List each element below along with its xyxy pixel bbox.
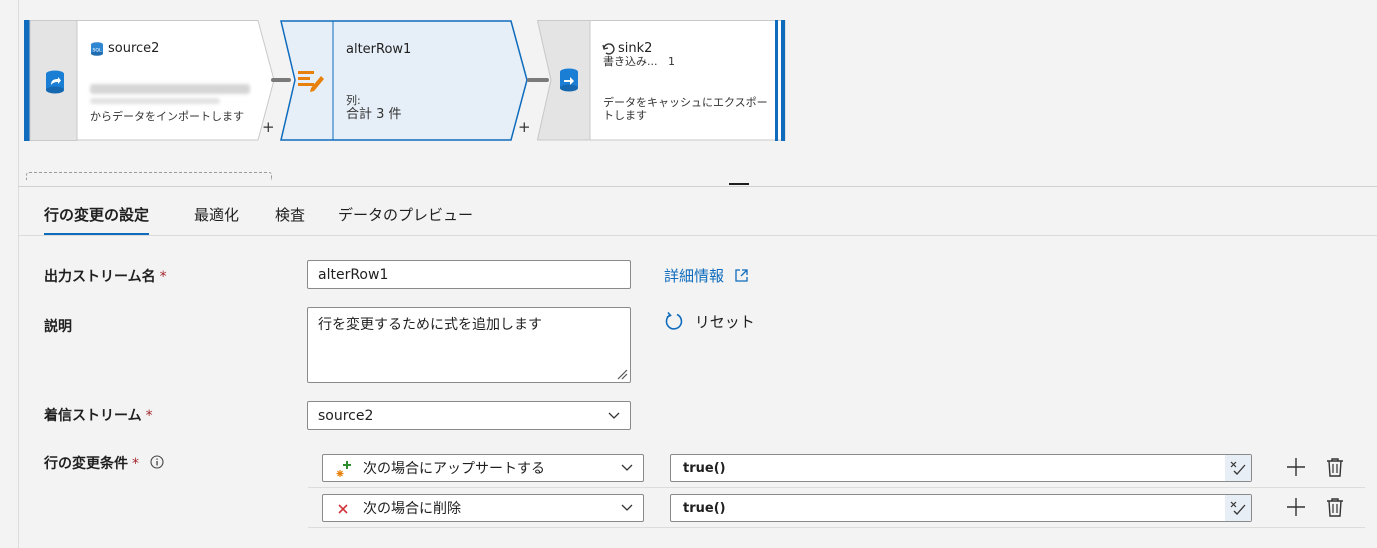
delete-x-icon	[338, 504, 348, 514]
tab-inspect[interactable]: 検査	[275, 204, 305, 233]
reset-text: リセット	[694, 313, 755, 331]
incoming-stream-label: 着信ストリーム *	[44, 405, 153, 425]
output-stream-name-label: 出力ストリーム名 *	[44, 266, 167, 286]
expression-builder-button[interactable]	[1225, 455, 1251, 481]
expression-builder-button[interactable]	[1225, 495, 1251, 521]
alter-cols-value: 合計 3 件	[346, 107, 402, 122]
source-node-title: source2	[108, 41, 160, 56]
dataflow-canvas[interactable]: SQL source2 からデータをインポートします + alterRow1 列…	[0, 0, 1377, 186]
chevron-down-icon	[608, 412, 620, 419]
output-stream-name-input[interactable]: alterRow1	[307, 260, 631, 289]
resize-grip-icon[interactable]	[616, 368, 628, 380]
panel-divider	[18, 186, 1377, 187]
expression-builder-icon	[1230, 501, 1246, 515]
tab-optimize[interactable]: 最適化	[194, 204, 239, 233]
condition-action-select[interactable]: 次の場合に削除	[322, 494, 644, 522]
condition-action-value: 次の場合にアップサートする	[363, 461, 545, 477]
sink-node-description: データをキャッシュにエクスポートします	[603, 96, 768, 122]
sink-write-count: 1	[668, 55, 675, 68]
description-textarea[interactable]: 行を変更するために式を追加します	[307, 307, 631, 383]
condition-expression-input[interactable]: true()	[670, 494, 1252, 522]
chevron-down-icon	[621, 464, 633, 471]
condition-action-value: 次の場合に削除	[363, 501, 461, 517]
add-condition-icon[interactable]	[1286, 457, 1306, 477]
learn-more-link[interactable]: 詳細情報	[664, 265, 749, 286]
database-sink-icon	[560, 68, 578, 92]
description-label: 説明	[44, 319, 72, 335]
incoming-stream-value: source2	[318, 407, 374, 424]
info-icon[interactable]	[150, 455, 164, 469]
source-node-description: からデータをインポートします	[90, 110, 244, 123]
condition-row: 次の場合にアップサートする true()	[308, 448, 1365, 488]
alter-conditions-text: 行の変更条件	[44, 456, 128, 472]
reset-icon	[665, 311, 683, 330]
condition-action-select[interactable]: 次の場合にアップサートする	[322, 454, 644, 482]
alter-cols-label: 列:	[346, 94, 361, 107]
condition-expression-input[interactable]: true()	[670, 454, 1252, 482]
required-mark: *	[145, 408, 153, 424]
left-divider	[18, 0, 19, 548]
description-value: 行を変更するために式を追加します	[318, 317, 542, 333]
cache-sink-icon	[602, 43, 615, 55]
source-add-button[interactable]: +	[262, 120, 275, 135]
alter-node-title: alterRow1	[346, 42, 412, 57]
panel-resize-handle[interactable]	[729, 183, 749, 185]
tab-data-preview[interactable]: データのプレビュー	[338, 204, 473, 233]
condition-row: 次の場合に削除 true()	[308, 488, 1365, 528]
tabs-underline	[18, 235, 1377, 236]
expression-builder-icon	[1230, 461, 1246, 475]
database-source-icon	[46, 70, 64, 94]
redacted-text	[90, 84, 250, 94]
sql-database-icon: SQL	[91, 42, 103, 56]
delete-condition-icon[interactable]	[1325, 497, 1345, 517]
output-stream-name-text: 出力ストリーム名	[44, 269, 156, 285]
required-mark: *	[132, 456, 139, 472]
incoming-stream-text: 着信ストリーム	[44, 408, 142, 424]
sink-write-label: 書き込み...	[603, 55, 658, 68]
alter-add-button[interactable]: +	[518, 120, 531, 135]
source-group-bracket	[26, 172, 272, 180]
redacted-text	[90, 98, 220, 104]
tab-alter-row-settings[interactable]: 行の変更の設定	[44, 204, 150, 235]
required-mark: *	[159, 269, 167, 285]
add-condition-icon[interactable]	[1286, 497, 1306, 517]
output-stream-name-value: alterRow1	[318, 266, 389, 283]
alter-conditions-label: 行の変更条件 *	[44, 453, 164, 473]
upsert-icon	[336, 461, 351, 477]
external-link-icon	[735, 269, 748, 282]
chevron-down-icon	[621, 504, 633, 511]
reset-button[interactable]: リセット	[664, 311, 755, 332]
alter-row-icon	[298, 71, 324, 92]
delete-condition-icon[interactable]	[1325, 457, 1345, 477]
sink-node-title: sink2	[618, 41, 653, 56]
svg-text:SQL: SQL	[93, 48, 102, 54]
condition-expression-value: true()	[683, 500, 726, 516]
learn-more-text: 詳細情報	[664, 267, 725, 285]
condition-expression-value: true()	[683, 460, 726, 476]
incoming-stream-select[interactable]: source2	[307, 401, 631, 430]
